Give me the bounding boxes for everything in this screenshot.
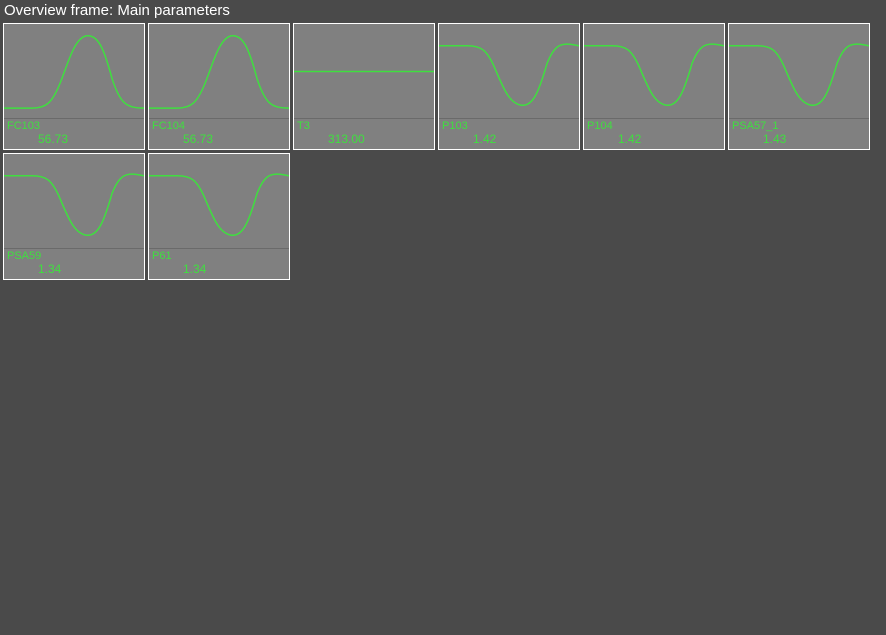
parameter-tile[interactable]: T3 313.00 — [293, 23, 435, 150]
trend-chart — [149, 24, 289, 119]
trend-chart — [4, 154, 144, 249]
parameter-tile[interactable]: FC103 56.73 — [3, 23, 145, 150]
parameter-name: PSA59 — [6, 250, 142, 262]
tile-footer: P104 1.42 — [584, 119, 724, 149]
parameter-value: 1.43 — [731, 132, 867, 146]
tile-footer: P103 1.42 — [439, 119, 579, 149]
tile-grid: FC103 56.73 FC104 56.73 T3 313.00 P103 1… — [0, 20, 886, 283]
tile-footer: P61 1.34 — [149, 249, 289, 279]
parameter-name: T3 — [296, 120, 432, 132]
parameter-tile[interactable]: P103 1.42 — [438, 23, 580, 150]
tile-footer: PSA57_1 1.43 — [729, 119, 869, 149]
parameter-tile[interactable]: FC104 56.73 — [148, 23, 290, 150]
trend-chart — [584, 24, 724, 119]
parameter-name: P104 — [586, 120, 722, 132]
parameter-tile[interactable]: PSA57_1 1.43 — [728, 23, 870, 150]
parameter-name: FC104 — [151, 120, 287, 132]
parameter-value: 56.73 — [151, 132, 287, 146]
parameter-tile[interactable]: P104 1.42 — [583, 23, 725, 150]
trend-chart — [729, 24, 869, 119]
parameter-value: 313.00 — [296, 132, 432, 146]
parameter-name: P103 — [441, 120, 577, 132]
tile-footer: PSA59 1.34 — [4, 249, 144, 279]
parameter-tile[interactable]: PSA59 1.34 — [3, 153, 145, 280]
parameter-name: PSA57_1 — [731, 120, 867, 132]
parameter-value: 1.42 — [441, 132, 577, 146]
page-title: Overview frame: Main parameters — [0, 0, 886, 20]
trend-chart — [294, 24, 434, 119]
parameter-name: FC103 — [6, 120, 142, 132]
tile-footer: T3 313.00 — [294, 119, 434, 149]
parameter-value: 1.34 — [6, 262, 142, 276]
tile-footer: FC104 56.73 — [149, 119, 289, 149]
parameter-name: P61 — [151, 250, 287, 262]
parameter-value: 1.42 — [586, 132, 722, 146]
tile-footer: FC103 56.73 — [4, 119, 144, 149]
trend-chart — [149, 154, 289, 249]
parameter-tile[interactable]: P61 1.34 — [148, 153, 290, 280]
parameter-value: 1.34 — [151, 262, 287, 276]
parameter-value: 56.73 — [6, 132, 142, 146]
trend-chart — [439, 24, 579, 119]
trend-chart — [4, 24, 144, 119]
